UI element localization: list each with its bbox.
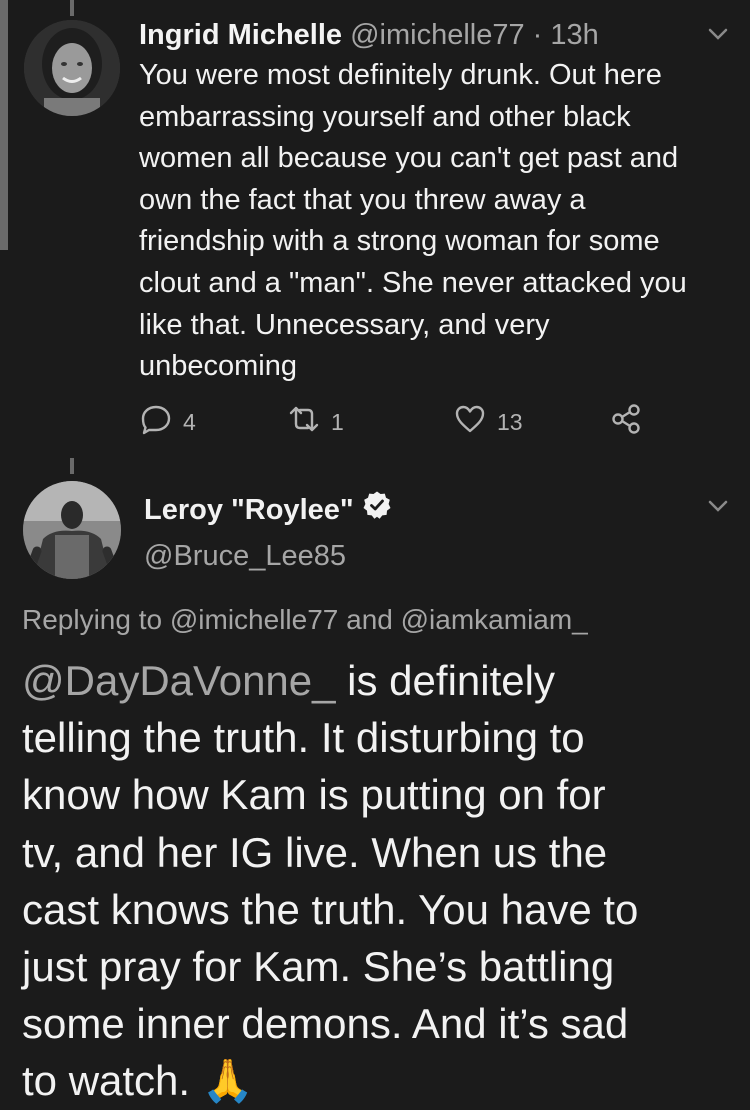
tweet-text-line: know how Kam is putting on for (22, 771, 606, 819)
tweet-text-line: just pray for Kam. She’s battling (22, 943, 615, 991)
display-name-row: Leroy "Roylee" (144, 490, 392, 530)
display-name[interactable]: Ingrid Michelle (139, 19, 342, 51)
replying-to[interactable]: Replying to @imichelle77 and @iamkamiam_ (22, 601, 588, 639)
tweet-text-line: to watch. 🙏 (22, 1057, 255, 1105)
chevron-down-icon[interactable] (706, 26, 730, 47)
display-name[interactable]: Leroy "Roylee" (144, 491, 354, 529)
tweet-text-line: tv, and her IG live. When us the (22, 828, 608, 876)
user-handle[interactable]: @Bruce_Lee85 (144, 537, 346, 575)
tweet-text-line: @DayDaVonne_ is definitely (22, 652, 742, 709)
like-button[interactable]: 13 (453, 402, 523, 442)
tweet-text-line: clout and a "man". She never attacked yo… (139, 266, 687, 299)
retweet-icon (287, 402, 321, 442)
avatar[interactable] (24, 20, 120, 116)
tweet-text-line: cast knows the truth. You have to (22, 885, 639, 933)
share-icon (609, 402, 643, 442)
separator-dot: · (532, 19, 543, 51)
retweet-count: 1 (331, 408, 344, 435)
tweet-text-segment: is definitely (335, 657, 555, 704)
tweet-text-line: own the fact that you threw away a (139, 183, 586, 216)
like-count: 13 (497, 408, 523, 435)
tweet-header: Ingrid Michelle @imichelle77 · 13h (139, 16, 599, 54)
tweet-ingrid-michelle[interactable]: Ingrid Michelle @imichelle77 · 13h You w… (0, 0, 750, 450)
tweet-text-line: like that. Unnecessary, and very (139, 308, 550, 341)
tweet-text-line: friendship with a strong woman for some (139, 225, 660, 258)
thread-connector-line (70, 458, 74, 474)
tweet-text: You were most definitely drunk. Out here… (139, 55, 739, 388)
avatar[interactable] (23, 481, 121, 579)
mention-link[interactable]: @DayDaVonne_ (22, 657, 336, 704)
user-handle[interactable]: @imichelle77 (350, 19, 525, 51)
like-icon (453, 402, 487, 442)
verified-icon (362, 490, 392, 530)
tweet-text-line: embarrassing yourself and other black (139, 100, 631, 133)
timestamp[interactable]: 13h (550, 19, 598, 51)
chevron-down-icon[interactable] (706, 498, 730, 519)
retweet-button[interactable]: 1 (287, 402, 344, 442)
tweet-text: @DayDaVonne_ is definitely telling the t… (22, 652, 742, 1110)
reply-icon (139, 402, 173, 442)
tweet-actions: 4 1 13 (139, 402, 659, 442)
reply-count: 4 (183, 408, 196, 435)
reply-button[interactable]: 4 (139, 402, 196, 442)
tweet-text-line: telling the truth. It disturbing to (22, 714, 585, 762)
tweet-text-line: You were most definitely drunk. Out here (139, 59, 662, 91)
tweet-text-line: some inner demons. And it’s sad (22, 1000, 629, 1048)
tweet-text-line: women all because you can't get past and (139, 142, 679, 175)
tweet-text-line: unbecoming (139, 350, 297, 383)
share-button[interactable] (609, 402, 643, 442)
